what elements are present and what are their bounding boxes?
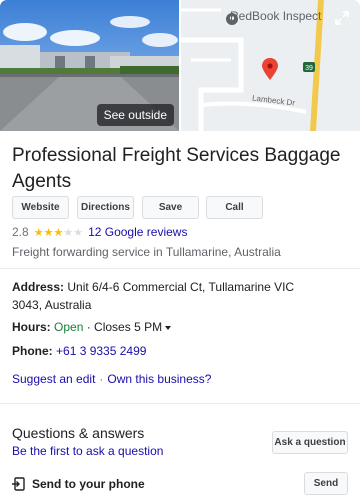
suggest-edit-link[interactable]: Suggest an edit <box>12 372 95 386</box>
street-photo[interactable]: See outside <box>0 0 179 131</box>
ask-question-button[interactable]: Ask a question <box>272 431 348 454</box>
business-name: Professional Freight Services Baggage Ag… <box>12 145 341 192</box>
call-button[interactable]: Call <box>206 196 263 219</box>
directions-button[interactable]: Directions <box>77 196 134 219</box>
edit-row: Suggest an edit · Own this business? <box>12 372 211 386</box>
send-to-phone-row: Send to your phone <box>12 477 145 491</box>
business-category: Freight forwarding service in Tullamarin… <box>12 245 281 259</box>
website-button[interactable]: Website <box>12 196 69 219</box>
phone-label: Phone: <box>12 344 53 358</box>
road-shield-label: 39 <box>305 65 313 72</box>
see-outside-button[interactable]: See outside <box>96 104 174 126</box>
star-empty-icon: ★ <box>63 226 74 239</box>
separator: · <box>99 372 104 386</box>
send-button[interactable]: Send <box>304 472 348 495</box>
hours-status: Open <box>54 320 84 334</box>
rating-row: 2.8 ★★★★★ 12 Google reviews <box>12 225 187 239</box>
address-row: Address: Unit 6/4-6 Commercial Ct, Tulla… <box>12 278 312 314</box>
star-filled-icon: ★ <box>33 226 44 239</box>
hours-detail: · Closes 5 PM <box>86 320 163 334</box>
phone-link[interactable]: +61 3 9335 2499 <box>56 344 146 358</box>
send-to-phone-icon <box>12 477 25 491</box>
star-empty-icon: ★ <box>73 226 84 239</box>
ask-first-link[interactable]: Be the first to ask a question <box>12 444 163 458</box>
divider <box>0 403 360 404</box>
send-to-phone-label: Send to your phone <box>32 477 145 491</box>
media-strip: See outside 39 RedBook Inspect Lambeck D… <box>0 0 360 131</box>
reviews-link[interactable]: 12 Google reviews <box>88 225 187 239</box>
qa-title: Questions & answers <box>12 425 145 441</box>
map-place-label: RedBook Inspect <box>230 9 322 23</box>
caret-down-icon[interactable] <box>165 325 172 330</box>
star-rating: ★★★★★ <box>34 226 83 239</box>
phone-row: Phone: +61 3 9335 2499 <box>12 342 146 360</box>
hours-row[interactable]: Hours: Open · Closes 5 PM <box>12 318 172 336</box>
hours-label: Hours: <box>12 320 51 334</box>
own-business-link[interactable]: Own this business? <box>107 372 211 386</box>
star-filled-icon: ★ <box>43 226 54 239</box>
address-label: Address: <box>12 280 65 294</box>
expand-map-icon[interactable] <box>333 9 351 27</box>
save-button[interactable]: Save <box>142 196 199 219</box>
divider <box>0 268 360 269</box>
star-filled-icon: ★ <box>53 226 64 239</box>
rating-value: 2.8 <box>12 225 29 239</box>
